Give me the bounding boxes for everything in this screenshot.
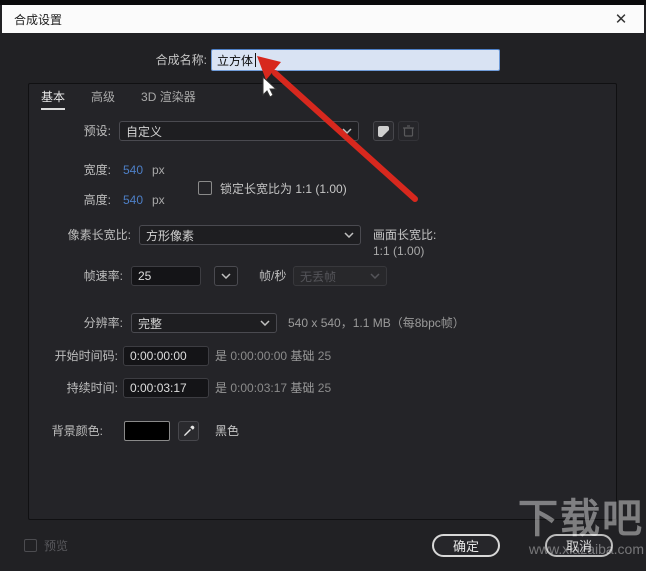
composition-settings-dialog: 合成设置 ✕ 合成名称: 立方体 基本 高级 3D 渲染器 预设: 自定义 宽度…: [0, 0, 646, 571]
chevron-down-icon: [221, 273, 231, 279]
composition-name-value: 立方体: [217, 53, 254, 68]
resolution-row: 分辨率: 完整 540 x 540，1.1 MB（每8bpc帧）: [29, 313, 618, 333]
frame-rate-label: 帧速率:: [83, 269, 123, 283]
width-row: 宽度: 540 px: [29, 160, 429, 180]
base-value: 25: [317, 349, 332, 363]
duration-row: 持续时间: 0:00:03:17 是 0:00:03:17 基础 25: [29, 378, 618, 398]
height-unit: px: [152, 193, 165, 207]
height-value[interactable]: 540: [123, 190, 143, 210]
chevron-down-icon: [342, 128, 352, 134]
preset-row: 预设: 自定义: [29, 121, 618, 141]
cancel-button[interactable]: 取消: [545, 534, 613, 557]
pixel-aspect-dropdown[interactable]: 方形像素: [139, 225, 361, 245]
preset-label: 预设:: [83, 124, 111, 138]
frame-rate-value: 25: [138, 269, 152, 283]
delete-preset-button: [398, 121, 419, 141]
frame-rate-row: 帧速率: 25 帧/秒 无丢帧: [29, 266, 618, 286]
ok-button[interactable]: 确定: [432, 534, 500, 557]
pixel-aspect-value: 方形像素: [146, 228, 195, 243]
preview-row: 预览: [24, 537, 68, 554]
width-value[interactable]: 540: [123, 160, 143, 180]
resolution-dropdown[interactable]: 完整: [131, 313, 277, 333]
start-timecode-label: 开始时间码:: [54, 349, 118, 363]
dialog-title: 合成设置: [14, 12, 63, 27]
composition-name-input[interactable]: 立方体: [211, 49, 500, 71]
composition-name-label: 合成名称:: [155, 53, 207, 67]
tab-advanced[interactable]: 高级: [91, 90, 115, 110]
is-value: 0:00:00:00: [230, 349, 288, 363]
cancel-button-label: 取消: [565, 539, 592, 554]
start-timecode-row: 开始时间码: 0:00:00:00 是 0:00:00:00 基础 25: [29, 346, 618, 366]
tab-bar: 基本 高级 3D 渲染器: [41, 90, 196, 110]
preset-value: 自定义: [126, 124, 163, 139]
base-value: 25: [317, 381, 332, 395]
trash-icon: [403, 125, 414, 137]
text-caret: [255, 53, 257, 67]
chevron-down-icon: [260, 320, 270, 326]
background-color-name: 黑色: [215, 424, 240, 438]
resolution-info: 540 x 540，1.1 MB（每8bpc帧）: [288, 316, 465, 330]
is-value: 0:00:03:17: [230, 381, 288, 395]
height-label: 高度:: [83, 193, 111, 207]
preview-label: 预览: [44, 539, 69, 553]
base-label: 基础: [290, 381, 315, 395]
pixel-aspect-label: 像素长宽比:: [67, 228, 131, 242]
frame-rate-dropdown-button[interactable]: [214, 266, 238, 286]
settings-panel: 基本 高级 3D 渲染器 预设: 自定义 宽度: 540 px 锁定长宽比为 1…: [28, 83, 617, 520]
start-timecode-info: 是 0:00:00:00 基础 25: [215, 346, 331, 366]
new-preset-icon: [378, 125, 389, 137]
duration-info: 是 0:00:03:17 基础 25: [215, 378, 331, 398]
chevron-down-icon: [344, 232, 354, 238]
background-color-row: 背景颜色: 黑色: [29, 421, 618, 441]
dialog-titlebar: 合成设置 ✕: [2, 5, 644, 33]
composition-name-row: 合成名称: 立方体: [0, 49, 646, 71]
tab-basic[interactable]: 基本: [41, 90, 66, 110]
background-color-swatch[interactable]: [124, 421, 170, 441]
duration-input[interactable]: 0:00:03:17: [123, 378, 209, 398]
frame-rate-input[interactable]: 25: [131, 266, 201, 286]
chevron-down-icon: [370, 273, 380, 279]
frame-aspect-value: 1:1 (1.00): [373, 244, 425, 258]
height-row: 高度: 540 px: [29, 190, 429, 210]
drop-frame-dropdown: 无丢帧: [293, 266, 387, 286]
resolution-label: 分辨率:: [83, 316, 123, 330]
width-unit: px: [152, 163, 165, 177]
eyedropper-icon: [183, 425, 194, 436]
background-color-label: 背景颜色:: [51, 424, 103, 438]
duration-value: 0:00:03:17: [130, 381, 187, 395]
close-icon[interactable]: ✕: [604, 5, 638, 33]
save-preset-button[interactable]: [373, 121, 394, 141]
start-timecode-value: 0:00:00:00: [130, 349, 187, 363]
ok-button-label: 确定: [452, 539, 479, 554]
frame-rate-unit: 帧/秒: [259, 269, 287, 283]
is-label: 是: [215, 349, 228, 363]
start-timecode-input[interactable]: 0:00:00:00: [123, 346, 209, 366]
tab-3d-renderer[interactable]: 3D 渲染器: [141, 90, 196, 110]
drop-frame-value: 无丢帧: [300, 269, 337, 284]
base-label: 基础: [290, 349, 315, 363]
preview-checkbox: [24, 539, 37, 552]
width-label: 宽度:: [83, 163, 111, 177]
preset-dropdown[interactable]: 自定义: [119, 121, 359, 141]
eyedropper-button[interactable]: [178, 421, 199, 441]
pixel-aspect-row: 像素长宽比: 方形像素 画面长宽比: 1:1 (1.00): [29, 225, 618, 258]
duration-label: 持续时间:: [66, 381, 118, 395]
is-label: 是: [215, 381, 228, 395]
resolution-value: 完整: [138, 316, 163, 331]
